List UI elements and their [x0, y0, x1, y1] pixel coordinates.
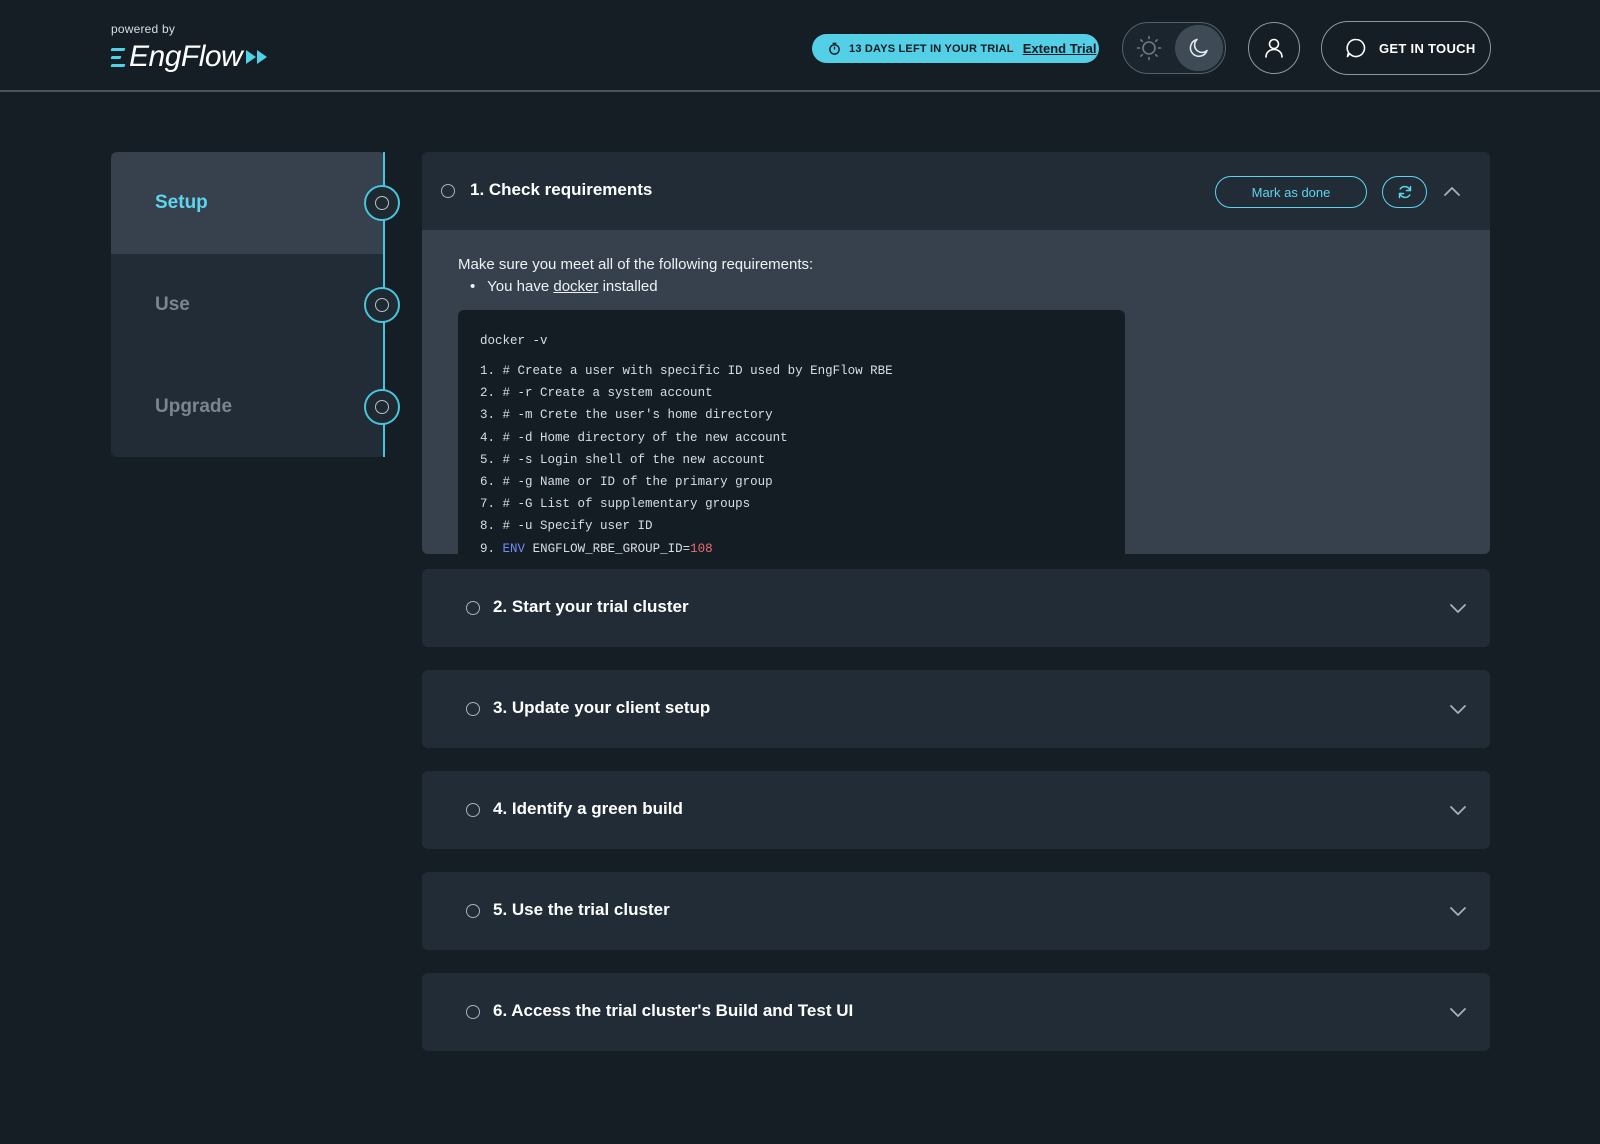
- code-line: 2. # -r Create a system account: [480, 386, 713, 401]
- docker-link[interactable]: docker: [553, 278, 598, 295]
- get-in-touch-button[interactable]: GET IN TOUCH: [1321, 21, 1491, 75]
- step-check-requirements: 1. Check requirements Mark as done Make …: [422, 152, 1490, 554]
- step-title: 3. Update your client setup: [493, 698, 711, 717]
- upgrade-status-icon: [364, 389, 400, 425]
- requirements-intro: Make sure you meet all of the following …: [458, 256, 814, 273]
- step-title: 5. Use the trial cluster: [493, 900, 670, 919]
- get-in-touch-label: GET IN TOUCH: [1379, 40, 1476, 56]
- bullet: •: [470, 278, 476, 295]
- step-status-circle-icon[interactable]: [466, 1005, 480, 1019]
- chevron-down-icon[interactable]: [1448, 1006, 1468, 1018]
- light-theme-button[interactable]: [1125, 25, 1173, 71]
- code-line: 9. ENV ENGFLOW_RBE_GROUP_ID=108: [480, 541, 713, 555]
- setup-status-icon: [364, 185, 400, 221]
- progress-sidebar: Setup Use Upgrade: [111, 152, 385, 457]
- logo-text: EngFlow: [129, 40, 243, 73]
- code-line: 4. # -d Home directory of the new accoun…: [480, 430, 788, 445]
- step-start-trial-cluster[interactable]: 2. Start your trial cluster: [422, 569, 1490, 647]
- code-line: 8. # -u Specify user ID: [480, 519, 653, 534]
- theme-toggle[interactable]: [1122, 22, 1226, 74]
- step-status-circle-icon[interactable]: [466, 601, 480, 615]
- mark-as-done-button[interactable]: Mark as done: [1215, 176, 1367, 208]
- sidebar-item-use[interactable]: Use: [111, 254, 385, 356]
- extend-trial-link[interactable]: Extend Trial: [1023, 41, 1097, 56]
- step-title: 6. Access the trial cluster's Build and …: [493, 1001, 854, 1020]
- dark-theme-button[interactable]: [1175, 25, 1223, 71]
- step-status-circle-icon[interactable]: [441, 184, 455, 198]
- sidebar-item-label: Use: [155, 294, 190, 315]
- chevron-down-icon[interactable]: [1448, 804, 1468, 816]
- trial-days-left: 13 DAYS LEFT IN YOUR TRIAL: [849, 42, 1014, 55]
- step-status-circle-icon[interactable]: [466, 803, 480, 817]
- step-use-trial-cluster[interactable]: 5. Use the trial cluster: [422, 872, 1490, 950]
- step-identify-green-build[interactable]: 4. Identify a green build: [422, 771, 1490, 849]
- code-command: docker -v: [480, 334, 548, 348]
- sun-icon: [1136, 35, 1162, 61]
- user-account-button[interactable]: [1248, 22, 1300, 74]
- powered-by-label: powered by: [111, 22, 176, 36]
- chevron-down-icon[interactable]: [1448, 602, 1468, 614]
- chevron-up-icon[interactable]: [1442, 185, 1462, 197]
- code-line: 6. # -g Name or ID of the primary group: [480, 474, 773, 489]
- code-line: 5. # -s Login shell of the new account: [480, 452, 766, 467]
- code-line: 7. # -G List of supplementary groups: [480, 497, 751, 512]
- code-line: 3. # -m Crete the user's home directory: [480, 408, 773, 423]
- code-line: 1. # Create a user with specific ID used…: [480, 364, 893, 378]
- logo-mark-icon: [110, 46, 127, 68]
- step-title: 1. Check requirements: [470, 180, 653, 199]
- chevron-down-icon[interactable]: [1448, 905, 1468, 917]
- user-icon: [1265, 38, 1283, 58]
- step-update-client-setup[interactable]: 3. Update your client setup: [422, 670, 1490, 748]
- sidebar-item-setup[interactable]: Setup: [111, 152, 385, 254]
- stopwatch-icon: [829, 42, 840, 55]
- requirement-suffix: installed: [602, 278, 658, 295]
- step-header[interactable]: 1. Check requirements Mark as done: [422, 152, 1490, 230]
- sidebar-item-upgrade[interactable]: Upgrade: [111, 356, 385, 457]
- code-number: 108: [690, 541, 713, 555]
- step-status-circle-icon[interactable]: [466, 702, 480, 716]
- code-keyword: ENV: [502, 541, 526, 555]
- use-status-icon: [364, 287, 400, 323]
- step-status-circle-icon[interactable]: [466, 904, 480, 918]
- sidebar-item-label: Setup: [155, 192, 208, 213]
- logo-arrows-icon: [246, 50, 268, 64]
- code-block[interactable]: docker -v 1. # Create a user with specif…: [458, 310, 1125, 554]
- step-title: 2. Start your trial cluster: [493, 597, 689, 616]
- refresh-icon: [1398, 185, 1411, 199]
- trial-banner: 13 DAYS LEFT IN YOUR TRIAL Extend Trial: [812, 34, 1099, 63]
- step-title: 4. Identify a green build: [493, 799, 683, 818]
- chevron-down-icon[interactable]: [1448, 703, 1468, 715]
- top-header: powered by EngFlow 13 DAYS LEFT IN YOUR …: [0, 0, 1600, 92]
- requirement-item: • You have docker installed: [470, 278, 658, 295]
- requirement-prefix: You have: [487, 278, 550, 295]
- sidebar-item-label: Upgrade: [155, 396, 233, 417]
- step-access-build-and-test-ui[interactable]: 6. Access the trial cluster's Build and …: [422, 973, 1490, 1051]
- engflow-logo: EngFlow: [110, 40, 270, 74]
- chat-bubble-icon: [1346, 38, 1366, 58]
- refresh-button[interactable]: [1382, 176, 1427, 208]
- brand[interactable]: powered by EngFlow: [110, 22, 270, 74]
- moon-icon: [1189, 38, 1208, 57]
